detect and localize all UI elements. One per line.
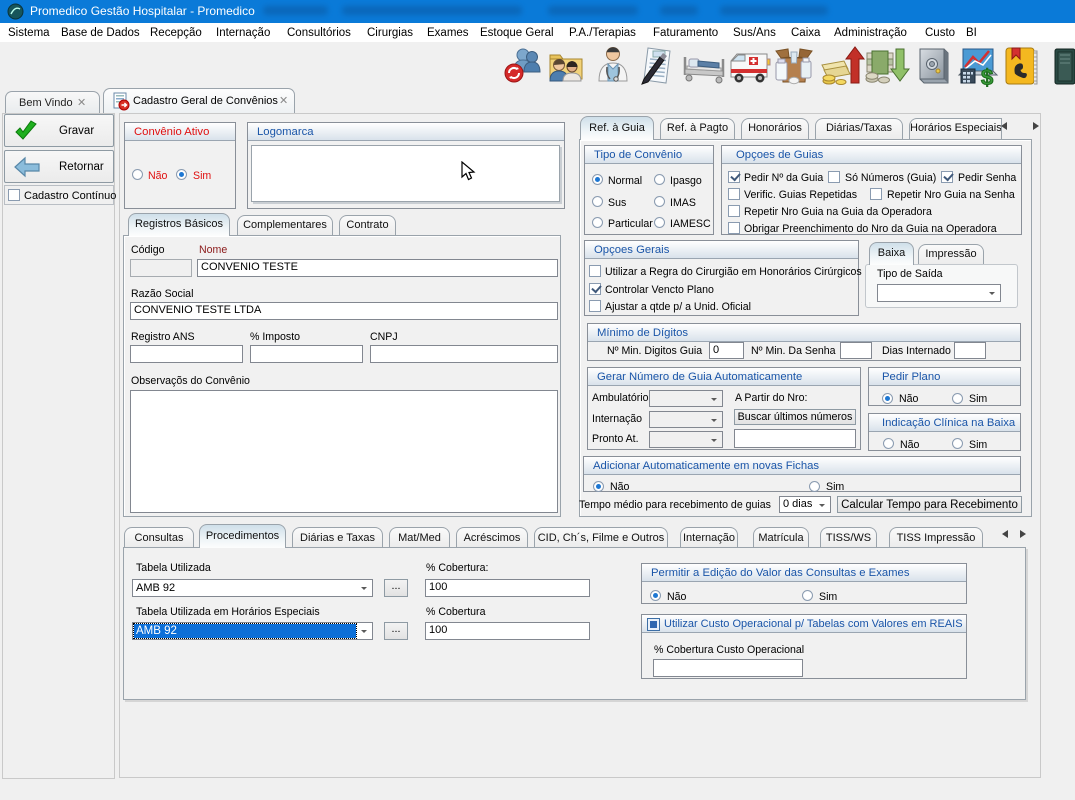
svg-text:$: $ xyxy=(981,65,993,87)
